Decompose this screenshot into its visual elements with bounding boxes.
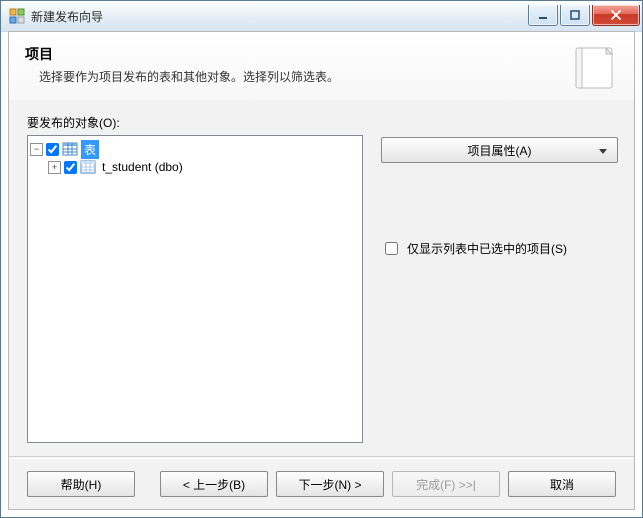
chevron-down-icon	[599, 143, 607, 157]
wizard-window: 新建发布向导 项目 选择要作为项目发布的表和其他对象。选择列以筛选表。	[0, 0, 643, 518]
back-button[interactable]: < 上一步(B)	[160, 471, 268, 497]
page-subtitle: 选择要作为项目发布的表和其他对象。选择列以筛选表。	[39, 68, 562, 85]
objects-label: 要发布的对象(O):	[27, 114, 616, 131]
finish-label: 完成(F) >>|	[416, 476, 476, 493]
tree-node-tables[interactable]: −	[30, 140, 360, 176]
tree-node-t-student[interactable]: +	[48, 158, 360, 176]
back-label: < 上一步(B)	[183, 476, 245, 493]
minimize-button[interactable]	[528, 5, 558, 26]
expand-icon[interactable]: +	[48, 161, 61, 174]
table-icon	[80, 159, 96, 175]
page-title: 项目	[25, 44, 562, 64]
help-button[interactable]: 帮助(H)	[27, 471, 135, 497]
finish-button: 完成(F) >>|	[392, 471, 500, 497]
next-label: 下一步(N) >	[298, 476, 361, 493]
client-area: 项目 选择要作为项目发布的表和其他对象。选择列以筛选表。 要发布的对象(O):	[8, 31, 635, 510]
cancel-label: 取消	[550, 476, 574, 493]
close-button[interactable]	[592, 5, 640, 26]
cancel-button[interactable]: 取消	[508, 471, 616, 497]
selected-only-label: 仅显示列表中已选中的项目(S)	[407, 240, 567, 257]
window-buttons	[528, 5, 640, 26]
right-column: 项目属性(A) 仅显示列表中已选中的项目(S)	[381, 135, 616, 258]
tree-label-t-student[interactable]: t_student (dbo)	[99, 159, 186, 175]
item-properties-button[interactable]: 项目属性(A)	[381, 137, 618, 163]
tree-label-tables[interactable]: 表	[81, 140, 99, 159]
window-title: 新建发布向导	[31, 8, 528, 25]
app-icon	[9, 8, 25, 24]
table-group-icon	[62, 141, 78, 157]
collapse-icon[interactable]: −	[30, 143, 43, 156]
next-button[interactable]: 下一步(N) >	[276, 471, 384, 497]
tree-checkbox-tables[interactable]	[46, 143, 59, 156]
maximize-button[interactable]	[560, 5, 590, 26]
help-label: 帮助(H)	[61, 476, 102, 493]
wizard-footer: 帮助(H) < 上一步(B) 下一步(N) > 完成(F) >>| 取消	[9, 459, 634, 509]
header-graphic-icon	[570, 44, 618, 92]
selected-only-checkbox[interactable]	[385, 242, 398, 255]
wizard-body: 要发布的对象(O): −	[9, 100, 634, 455]
wizard-header: 项目 选择要作为项目发布的表和其他对象。选择列以筛选表。	[9, 32, 634, 100]
tree-checkbox-t-student[interactable]	[64, 161, 77, 174]
item-properties-label: 项目属性(A)	[468, 142, 532, 159]
objects-tree[interactable]: −	[27, 135, 363, 443]
titlebar: 新建发布向导	[1, 1, 642, 32]
selected-only-option[interactable]: 仅显示列表中已选中的项目(S)	[381, 239, 616, 258]
